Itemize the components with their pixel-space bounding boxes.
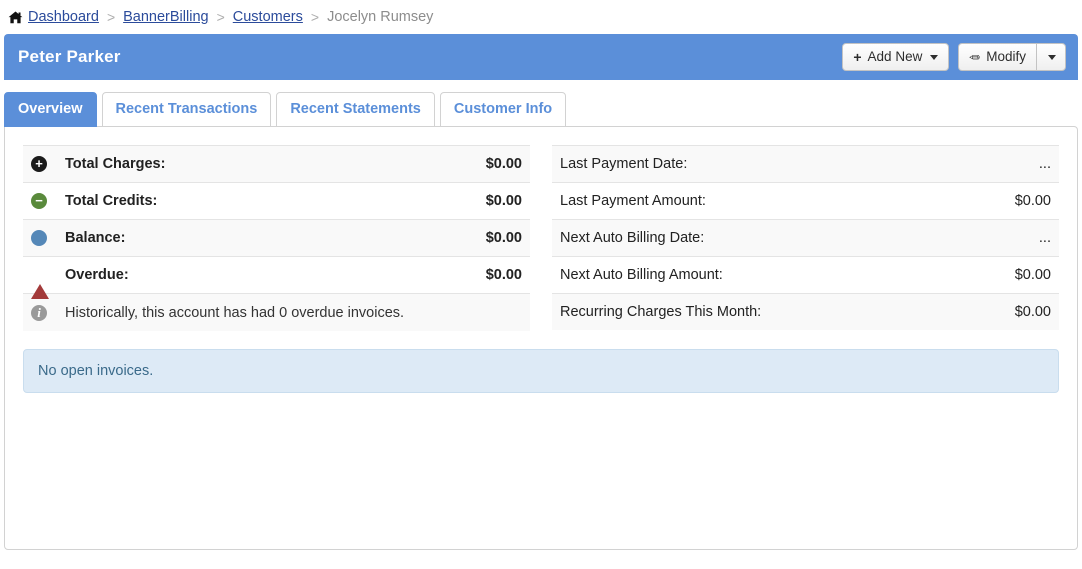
- summary-left-column: + Total Charges: $0.00 − Total Credits: …: [23, 145, 530, 331]
- overdue-history-note: Historically, this account has had 0 ove…: [65, 304, 405, 321]
- summary-columns: + Total Charges: $0.00 − Total Credits: …: [23, 145, 1059, 331]
- account-totals-table: + Total Charges: $0.00 − Total Credits: …: [23, 145, 530, 331]
- summary-right-column: Last Payment Date: ... Last Payment Amou…: [552, 145, 1059, 331]
- last-payment-date-label: Last Payment Date:: [560, 155, 688, 172]
- overview-panel: + Total Charges: $0.00 − Total Credits: …: [4, 125, 1078, 550]
- balance-label: Balance:: [65, 230, 126, 247]
- table-row: − Total Credits: $0.00: [23, 182, 530, 220]
- plus-circle-icon: +: [31, 156, 47, 173]
- minus-circle-icon-cell: −: [23, 183, 57, 220]
- tab-customer-info[interactable]: Customer Info: [439, 92, 567, 127]
- payment-details-table: Last Payment Date: ... Last Payment Amou…: [552, 145, 1059, 330]
- breadcrumb-item-customers[interactable]: Customers: [233, 9, 303, 25]
- overdue-value: $0.00: [485, 267, 522, 284]
- no-open-invoices-alert: No open invoices.: [23, 348, 1059, 393]
- recurring-charges-value: $0.00: [1014, 303, 1051, 320]
- breadcrumb-item-bannerbilling[interactable]: BannerBilling: [123, 9, 208, 25]
- breadcrumb-item-dashboard[interactable]: Dashboard: [28, 9, 99, 25]
- breadcrumb-separator: >: [310, 9, 320, 25]
- info-circle-icon-cell: i: [23, 294, 57, 331]
- total-credits-value: $0.00: [485, 193, 522, 210]
- breadcrumb-separator: >: [216, 9, 225, 25]
- modify-button[interactable]: ✏ Modify: [958, 43, 1036, 71]
- tab-recent-transactions[interactable]: Recent Transactions: [101, 92, 272, 127]
- add-new-button[interactable]: + Add New: [842, 43, 950, 71]
- balance-value: $0.00: [485, 230, 522, 247]
- warning-triangle-icon-cell: [23, 257, 57, 300]
- table-row: Last Payment Amount: $0.00: [552, 182, 1059, 219]
- plus-circle-icon-cell: +: [23, 145, 57, 182]
- table-row: + Total Charges: $0.00: [23, 145, 530, 183]
- modify-button-group: ✏ Modify: [958, 43, 1066, 71]
- caret-down-icon: [1048, 54, 1056, 60]
- total-credits-label: Total Credits:: [65, 193, 158, 210]
- next-auto-billing-date-value: ...: [1038, 229, 1051, 246]
- caret-down-icon: [930, 54, 939, 60]
- last-payment-date-value: ...: [1038, 155, 1051, 172]
- tab-overview[interactable]: Overview: [4, 92, 97, 127]
- next-auto-billing-amount-value: $0.00: [1014, 266, 1051, 283]
- page-title: Peter Parker: [18, 47, 121, 66]
- modify-dropdown-toggle[interactable]: [1036, 43, 1066, 71]
- tab-recent-statements[interactable]: Recent Statements: [276, 92, 435, 127]
- warning-triangle-icon: [31, 268, 49, 300]
- table-row: Overdue: $0.00: [23, 256, 530, 300]
- overdue-label: Overdue:: [65, 267, 129, 284]
- table-row: Recurring Charges This Month: $0.00: [552, 293, 1059, 330]
- breadcrumb-item-current: Jocelyn Rumsey: [327, 9, 434, 25]
- recurring-charges-label: Recurring Charges This Month:: [560, 303, 762, 320]
- add-new-label: Add New: [867, 49, 923, 65]
- plus-icon: +: [853, 49, 862, 65]
- table-row: i Historically, this account has had 0 o…: [23, 293, 530, 331]
- last-payment-amount-value: $0.00: [1014, 192, 1051, 209]
- tab-bar: Overview Recent Transactions Recent Stat…: [4, 91, 1078, 127]
- header-actions: + Add New ✏ Modify: [842, 43, 1066, 71]
- balance-circle-icon-cell: [23, 220, 57, 257]
- info-circle-icon: i: [31, 304, 47, 321]
- total-charges-label: Total Charges:: [65, 156, 166, 173]
- next-auto-billing-amount-label: Next Auto Billing Amount:: [560, 266, 723, 283]
- home-icon[interactable]: [8, 11, 23, 25]
- next-auto-billing-date-label: Next Auto Billing Date:: [560, 229, 705, 246]
- minus-circle-icon: −: [31, 193, 47, 210]
- last-payment-amount-label: Last Payment Amount:: [560, 192, 706, 209]
- table-row: Next Auto Billing Date: ...: [552, 219, 1059, 257]
- pencil-icon: ✏: [969, 49, 981, 65]
- modify-label: Modify: [986, 49, 1026, 65]
- balance-circle-icon: [31, 230, 47, 247]
- table-row: Last Payment Date: ...: [552, 145, 1059, 183]
- breadcrumb: Dashboard > BannerBilling > Customers > …: [0, 0, 1082, 34]
- table-row: Balance: $0.00: [23, 219, 530, 257]
- breadcrumb-separator: >: [106, 9, 116, 25]
- total-charges-value: $0.00: [485, 156, 522, 173]
- page-header: Peter Parker + Add New ✏ Modify: [4, 34, 1078, 80]
- table-row: Next Auto Billing Amount: $0.00: [552, 256, 1059, 293]
